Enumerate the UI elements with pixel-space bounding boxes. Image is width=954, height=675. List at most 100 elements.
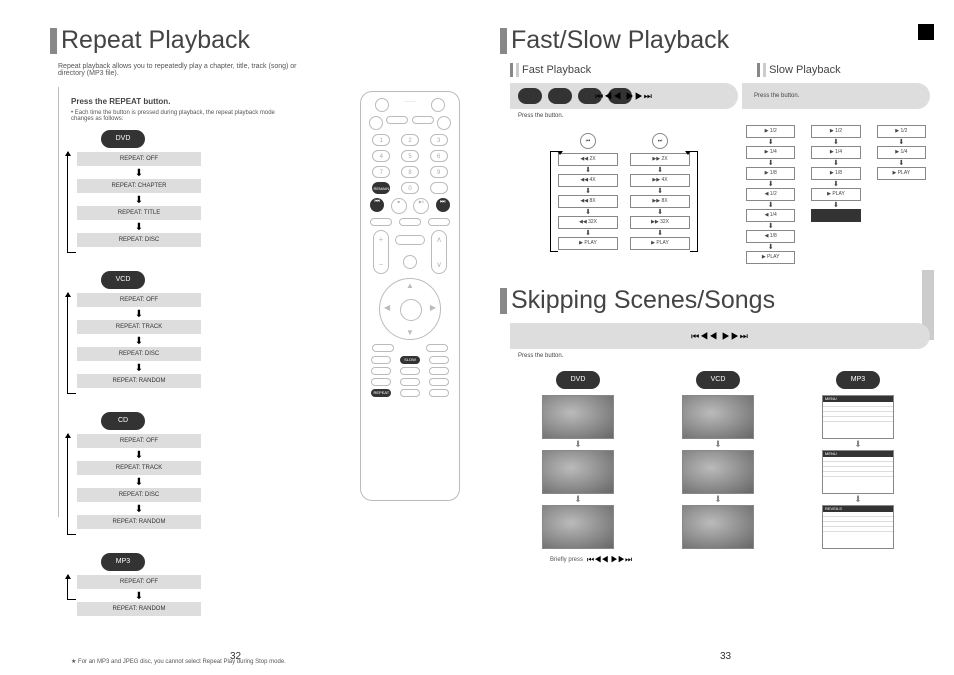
fast-press-label: Press the button. xyxy=(518,113,730,119)
remote-remain-btn: REMAIN xyxy=(372,182,390,194)
step: REPEAT: DISC xyxy=(77,347,201,361)
step: REPEAT: TRACK xyxy=(77,461,201,475)
remote-num-8: 8 xyxy=(401,166,419,178)
step: REPEAT: RANDOM xyxy=(77,515,201,529)
repeat-chain-vcd: VCD REPEAT: OFF ⬇ REPEAT: TRACK ⬇ REPEAT… xyxy=(71,271,201,394)
remote-num-0: 0 xyxy=(401,182,419,194)
step: REPEAT: RANDOM xyxy=(77,374,201,388)
thumbnail xyxy=(542,450,614,494)
step: REPEAT: OFF xyxy=(77,575,201,589)
step: REPEAT: RANDOM xyxy=(77,602,201,616)
slow-chain-vcd: ▶ 1/2⬇ ▶ 1/4⬇ ▶ 1/8⬇ ▶ PLAY⬇ xyxy=(811,125,860,266)
remote-skip-back-icon: ⏮ xyxy=(370,198,384,212)
accent-bar xyxy=(500,288,507,314)
down-arrow-icon: ⬇ xyxy=(77,168,201,179)
slow-subsection: Slow Playback xyxy=(757,63,841,79)
remote-channel-rocker: ∧∨ xyxy=(431,230,447,274)
transport-glyphs-icon: ⏮◀◀ ▶▶⏭ xyxy=(595,91,653,102)
fast-rew-chain: ⏮ ◀◀ 2X⬇ ◀◀ 4X⬇ ◀◀ 8X⬇ ◀◀ 32X⬇ ▶ PLAY xyxy=(558,133,618,252)
remote-num-4: 4 xyxy=(372,150,390,162)
step: REPEAT: DISC xyxy=(77,233,201,247)
remote-btn xyxy=(400,389,420,397)
note-label: Briefly press xyxy=(550,557,583,563)
slow-gray-header: Press the button. xyxy=(742,83,930,109)
fast-fwd-chain: ⏭ ▶▶ 2X⬇ ▶▶ 4X⬇ ▶▶ 8X⬇ ▶▶ 32X⬇ ▶ PLAY xyxy=(630,133,690,252)
down-arrow-icon: ⬇ xyxy=(77,363,201,374)
section-title-bar: Fast/Slow Playback xyxy=(500,26,930,55)
remote-btn xyxy=(429,367,449,375)
menu-thumbnail: MENU xyxy=(822,395,894,439)
step: ◀ 1/2 xyxy=(746,188,795,201)
skip-press-label: Press the button. xyxy=(518,353,922,359)
thumbnail xyxy=(542,505,614,549)
down-arrow-icon: ⬇ xyxy=(77,222,201,233)
remote-num-9: 9 xyxy=(430,166,448,178)
step: ▶ 1/4 xyxy=(746,146,795,159)
slow-play-block: Press the button. ▶ 1/2⬇ ▶ 1/4⬇ ▶ 1/8⬇ ◀… xyxy=(742,83,930,270)
step: REPEAT: TITLE xyxy=(77,206,201,220)
down-arrow-icon: ⬇ xyxy=(77,450,201,461)
remote-btn xyxy=(371,367,391,375)
left-body: Press the REPEAT button. • Each time the… xyxy=(58,87,460,517)
badge-mp3: MP3 xyxy=(836,371,880,389)
remote-num-7: 7 xyxy=(372,166,390,178)
down-arrow-icon: ⬇ xyxy=(77,309,201,320)
remote-btn xyxy=(429,356,449,364)
skip-back-icon: ⏮ xyxy=(580,133,596,149)
loop-arrow-icon xyxy=(67,434,76,535)
skip-gray-header: ⏮◀◀ ▶▶⏭ xyxy=(510,323,930,349)
manual-spread: Repeat Playback Repeat playback allows y… xyxy=(0,0,954,666)
step: ◀◀ 8X xyxy=(558,195,618,208)
loop-arrow-icon xyxy=(550,151,558,252)
down-arrow-icon: ⬇ xyxy=(77,477,201,488)
loop-arrow-icon xyxy=(67,575,76,600)
each-press-note: • Each time the button is pressed during… xyxy=(71,110,342,122)
step: ▶ PLAY xyxy=(746,251,795,264)
remote-btn xyxy=(400,367,420,375)
down-arrow-icon: ⬇ xyxy=(77,336,201,347)
remote-btn xyxy=(370,218,392,226)
fast-gray-header: ⏮◀◀ ▶▶⏭ xyxy=(510,83,738,109)
step: ▶ 1/2 xyxy=(746,125,795,138)
step: REPEAT: OFF xyxy=(77,434,201,448)
skip-col-dvd: DVD ⬇ ⬇ xyxy=(514,371,642,551)
step: ▶ PLAY xyxy=(877,167,926,180)
badge-dvd: DVD xyxy=(556,371,600,389)
remote-nav-pad: ▲ ▼ ◀ ▶ xyxy=(379,278,441,340)
menu-thumbnail: REVEILS xyxy=(822,505,894,549)
skip-block: ⏮◀◀ ▶▶⏭ Press the button. DVD ⬇ ⬇ VCD ⬇ … xyxy=(510,323,930,565)
slow-press-label: Press the button. xyxy=(754,93,799,99)
step: ▶ 1/8 xyxy=(746,167,795,180)
step: REPEAT: OFF xyxy=(77,152,201,166)
left-page: Repeat Playback Repeat playback allows y… xyxy=(50,26,460,517)
step: ▶▶ 4X xyxy=(630,174,690,187)
skip-footnote: Briefly press ⏮◀◀ ▶▶⏭ xyxy=(550,555,930,565)
remote-power-icon xyxy=(375,98,389,112)
badge-cd: CD xyxy=(101,412,145,430)
step: ◀◀ 32X xyxy=(558,216,618,229)
step: ◀ 1/8 xyxy=(746,230,795,243)
loop-arrow-icon xyxy=(690,151,698,252)
remote-num-1: 1 xyxy=(372,134,390,146)
step: ▶ 1/2 xyxy=(877,125,926,138)
repeat-chain-mp3: MP3 REPEAT: OFF ⬇ REPEAT: RANDOM xyxy=(71,553,201,622)
remote-btn xyxy=(429,389,449,397)
slow-chain-mp3: ▶ 1/2⬇ ▶ 1/4⬇ ▶ PLAY xyxy=(877,125,926,266)
thumbnail xyxy=(682,395,754,439)
fast-subsection: Fast Playback xyxy=(510,63,591,79)
repeat-chain-cd: CD REPEAT: OFF ⬇ REPEAT: TRACK ⬇ REPEAT:… xyxy=(71,412,201,535)
step: REPEAT: DISC xyxy=(77,488,201,502)
right-page: Fast/Slow Playback Fast Playback Slow Pl… xyxy=(500,26,930,565)
remote-btn xyxy=(430,182,448,194)
remote-num-2: 2 xyxy=(401,134,419,146)
step: ▶ 1/4 xyxy=(811,146,860,159)
step: ▶▶ 2X xyxy=(630,153,690,166)
step: REPEAT: OFF xyxy=(77,293,201,307)
repeat-chain-dvd: DVD REPEAT: OFF ⬇ REPEAT: CHAPTER ⬇ REPE… xyxy=(71,130,201,253)
remote-btn xyxy=(371,378,391,386)
remote-control-illustration: ——— 123 456 789 REMAIN0 ⏮ ■ ▶‖ ⏭ xyxy=(360,91,460,675)
thumbnail xyxy=(542,395,614,439)
step: ▶ 1/2 xyxy=(811,125,860,138)
remote-stop-icon: ■ xyxy=(391,198,407,214)
step: ▶ 1/4 xyxy=(877,146,926,159)
